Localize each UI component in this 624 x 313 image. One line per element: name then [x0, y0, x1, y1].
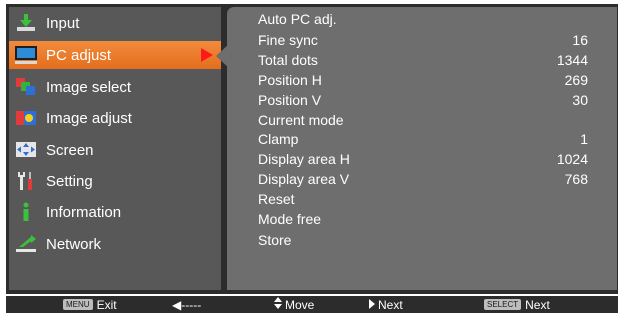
- setting-icon: [14, 170, 38, 192]
- footer-select-next-label: Next: [525, 297, 550, 312]
- sidebar-item-label: Setting: [46, 172, 93, 190]
- sidebar-item-label: Input: [46, 14, 80, 32]
- menu-row-auto-pc-adj[interactable]: Auto PC adj.: [258, 9, 588, 29]
- footer-guide-bar: MENU Exit ◀----- Move Next SELECT Next: [6, 296, 618, 313]
- menu-row-mode-free[interactable]: Mode free: [258, 209, 588, 229]
- menu-row-fine-sync[interactable]: Fine sync 16: [258, 30, 588, 50]
- pc-adjust-icon: [14, 44, 38, 66]
- screen-icon: [14, 139, 38, 161]
- sidebar-item-input[interactable]: Input: [9, 9, 221, 37]
- row-value: 1024: [556, 151, 588, 167]
- menu-row-display-area-v[interactable]: Display area V 768: [258, 169, 588, 189]
- row-label: Auto PC adj.: [258, 11, 337, 27]
- select-key-icon: SELECT: [484, 299, 522, 310]
- sidebar-item-pc-adjust[interactable]: PC adjust: [9, 41, 221, 69]
- footer-move-label: Move: [285, 297, 315, 312]
- footer-exit-label: Exit: [96, 297, 117, 312]
- selection-arrow-icon: [201, 48, 213, 62]
- sidebar-item-network[interactable]: Network: [9, 230, 221, 258]
- row-value: 16: [572, 32, 588, 48]
- footer-back-hint: ◀-----: [172, 297, 201, 312]
- menu-row-clamp[interactable]: Clamp 1: [258, 129, 588, 149]
- footer-next-hint: Next: [369, 297, 403, 312]
- row-label: Current mode: [258, 112, 344, 128]
- row-label: Fine sync: [258, 32, 318, 48]
- menu-row-reset[interactable]: Reset: [258, 189, 588, 209]
- row-value: 768: [564, 171, 588, 187]
- sidebar-item-image-adjust[interactable]: Image adjust: [9, 104, 221, 132]
- row-label: Display area V: [258, 171, 350, 187]
- menu-row-total-dots[interactable]: Total dots 1344: [258, 50, 588, 70]
- row-label: Clamp: [258, 131, 299, 147]
- sidebar-item-label: Network: [46, 235, 102, 253]
- image-select-icon: [14, 76, 38, 98]
- sidebar-item-image-select[interactable]: Image select: [9, 73, 221, 101]
- input-icon: [14, 12, 38, 34]
- sidebar-item-label: Image adjust: [46, 109, 132, 127]
- move-arrows-icon: [274, 297, 282, 312]
- row-label: Position V: [258, 92, 322, 108]
- image-adjust-icon: [14, 107, 38, 129]
- information-icon: [14, 201, 38, 223]
- sidebar-item-information[interactable]: Information: [9, 198, 221, 226]
- menu-row-position-h[interactable]: Position H 269: [258, 70, 588, 90]
- row-label: Reset: [258, 191, 295, 207]
- row-value: 269: [564, 72, 588, 88]
- sidebar-item-label: PC adjust: [46, 46, 112, 64]
- row-label: Total dots: [258, 52, 318, 68]
- footer-exit-hint: MENU Exit: [63, 297, 117, 312]
- sidebar-item-label: Screen: [46, 141, 94, 159]
- menu-key-icon: MENU: [63, 299, 93, 310]
- row-label: Store: [258, 232, 292, 248]
- network-icon: [14, 233, 38, 255]
- right-arrow-icon: [369, 298, 375, 312]
- menu-row-current-mode[interactable]: Current mode: [258, 110, 588, 130]
- footer-back-label: ◀-----: [172, 297, 202, 312]
- row-value: 30: [572, 92, 588, 108]
- sidebar-item-label: Image select: [46, 78, 132, 96]
- sidebar-item-screen[interactable]: Screen: [9, 136, 221, 164]
- footer-select-hint: SELECT Next: [484, 297, 550, 312]
- row-label: Display area H: [258, 151, 350, 167]
- row-value: 1: [580, 131, 588, 147]
- menu-row-position-v[interactable]: Position V 30: [258, 90, 588, 110]
- main-menu-sidebar: Input PC adjust Image select Image adjus…: [9, 7, 221, 290]
- row-label: Mode free: [258, 211, 322, 227]
- footer-next-label: Next: [378, 297, 403, 312]
- sidebar-item-setting[interactable]: Setting: [9, 167, 221, 195]
- row-value: 1344: [556, 52, 588, 68]
- sidebar-item-label: Information: [46, 203, 122, 221]
- footer-move-hint: Move: [274, 297, 314, 312]
- row-label: Position H: [258, 72, 322, 88]
- menu-row-display-area-h[interactable]: Display area H 1024: [258, 149, 588, 169]
- menu-row-store[interactable]: Store: [258, 230, 588, 250]
